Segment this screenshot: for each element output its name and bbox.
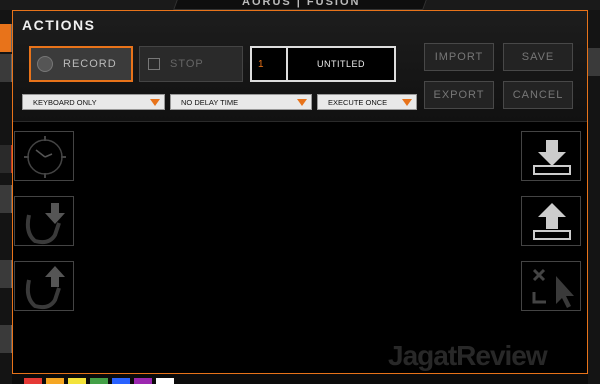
record-mode-select[interactable]: KEYBOARD ONLY	[22, 94, 165, 110]
bg-tab	[0, 260, 12, 288]
mouse-down-icon	[25, 203, 65, 245]
clock-icon	[24, 136, 66, 178]
bg-tab	[0, 24, 12, 52]
insert-delay-button[interactable]	[14, 131, 74, 181]
key-up-button[interactable]	[521, 196, 581, 246]
bg-tab	[0, 185, 12, 213]
chevron-down-icon	[150, 99, 160, 106]
color-swatch[interactable]	[134, 378, 152, 384]
color-palette	[24, 378, 174, 384]
color-swatch[interactable]	[46, 378, 64, 384]
bg-tab	[588, 48, 600, 76]
record-label: RECORD	[63, 58, 117, 70]
record-button[interactable]: RECORD	[29, 46, 133, 82]
chevron-down-icon	[297, 99, 307, 106]
key-up-icon	[533, 203, 571, 240]
color-swatch[interactable]	[156, 378, 174, 384]
color-swatch[interactable]	[68, 378, 86, 384]
bg-tab	[0, 145, 12, 173]
watermark: JagatReview	[388, 340, 548, 371]
color-swatch[interactable]	[24, 378, 42, 384]
execute-select[interactable]: EXECUTE ONCE	[317, 94, 417, 110]
bg-tab	[0, 54, 12, 82]
chevron-down-icon	[402, 99, 412, 106]
dialog-header: ACTIONS RECORD STOP 1 UNTITLED IMPORT SA…	[13, 11, 587, 122]
delete-action-button[interactable]	[521, 261, 581, 311]
mouse-down-button[interactable]	[14, 196, 74, 246]
execute-value: EXECUTE ONCE	[328, 97, 388, 107]
key-down-button[interactable]	[521, 131, 581, 181]
key-down-icon	[533, 140, 571, 175]
macro-name[interactable]: UNTITLED	[288, 48, 394, 80]
stop-label: STOP	[170, 58, 204, 70]
delay-select[interactable]: NO DELAY TIME	[170, 94, 312, 110]
macro-slot[interactable]: 1 UNTITLED	[250, 46, 396, 82]
cancel-button[interactable]: CANCEL	[503, 81, 573, 109]
dialog-title: ACTIONS	[22, 17, 96, 33]
color-swatch[interactable]	[90, 378, 108, 384]
background-left-panel	[0, 10, 12, 384]
record-icon	[37, 56, 53, 72]
import-button[interactable]: IMPORT	[424, 43, 494, 71]
record-mode-value: KEYBOARD ONLY	[33, 97, 97, 107]
bg-tab	[0, 325, 12, 353]
mouse-up-button[interactable]	[14, 261, 74, 311]
delete-action-icon	[532, 268, 574, 308]
export-button[interactable]: EXPORT	[424, 81, 494, 109]
actions-dialog: ACTIONS RECORD STOP 1 UNTITLED IMPORT SA…	[12, 10, 588, 374]
macro-index: 1	[252, 48, 288, 80]
background-right-panel	[588, 10, 600, 384]
delay-value: NO DELAY TIME	[181, 97, 239, 107]
stop-button[interactable]: STOP	[139, 46, 243, 82]
brand-logo: AORUS | FUSION	[173, 0, 429, 10]
color-swatch[interactable]	[112, 378, 130, 384]
stop-icon	[148, 58, 160, 70]
mouse-up-icon	[25, 266, 65, 310]
save-button[interactable]: SAVE	[503, 43, 573, 71]
